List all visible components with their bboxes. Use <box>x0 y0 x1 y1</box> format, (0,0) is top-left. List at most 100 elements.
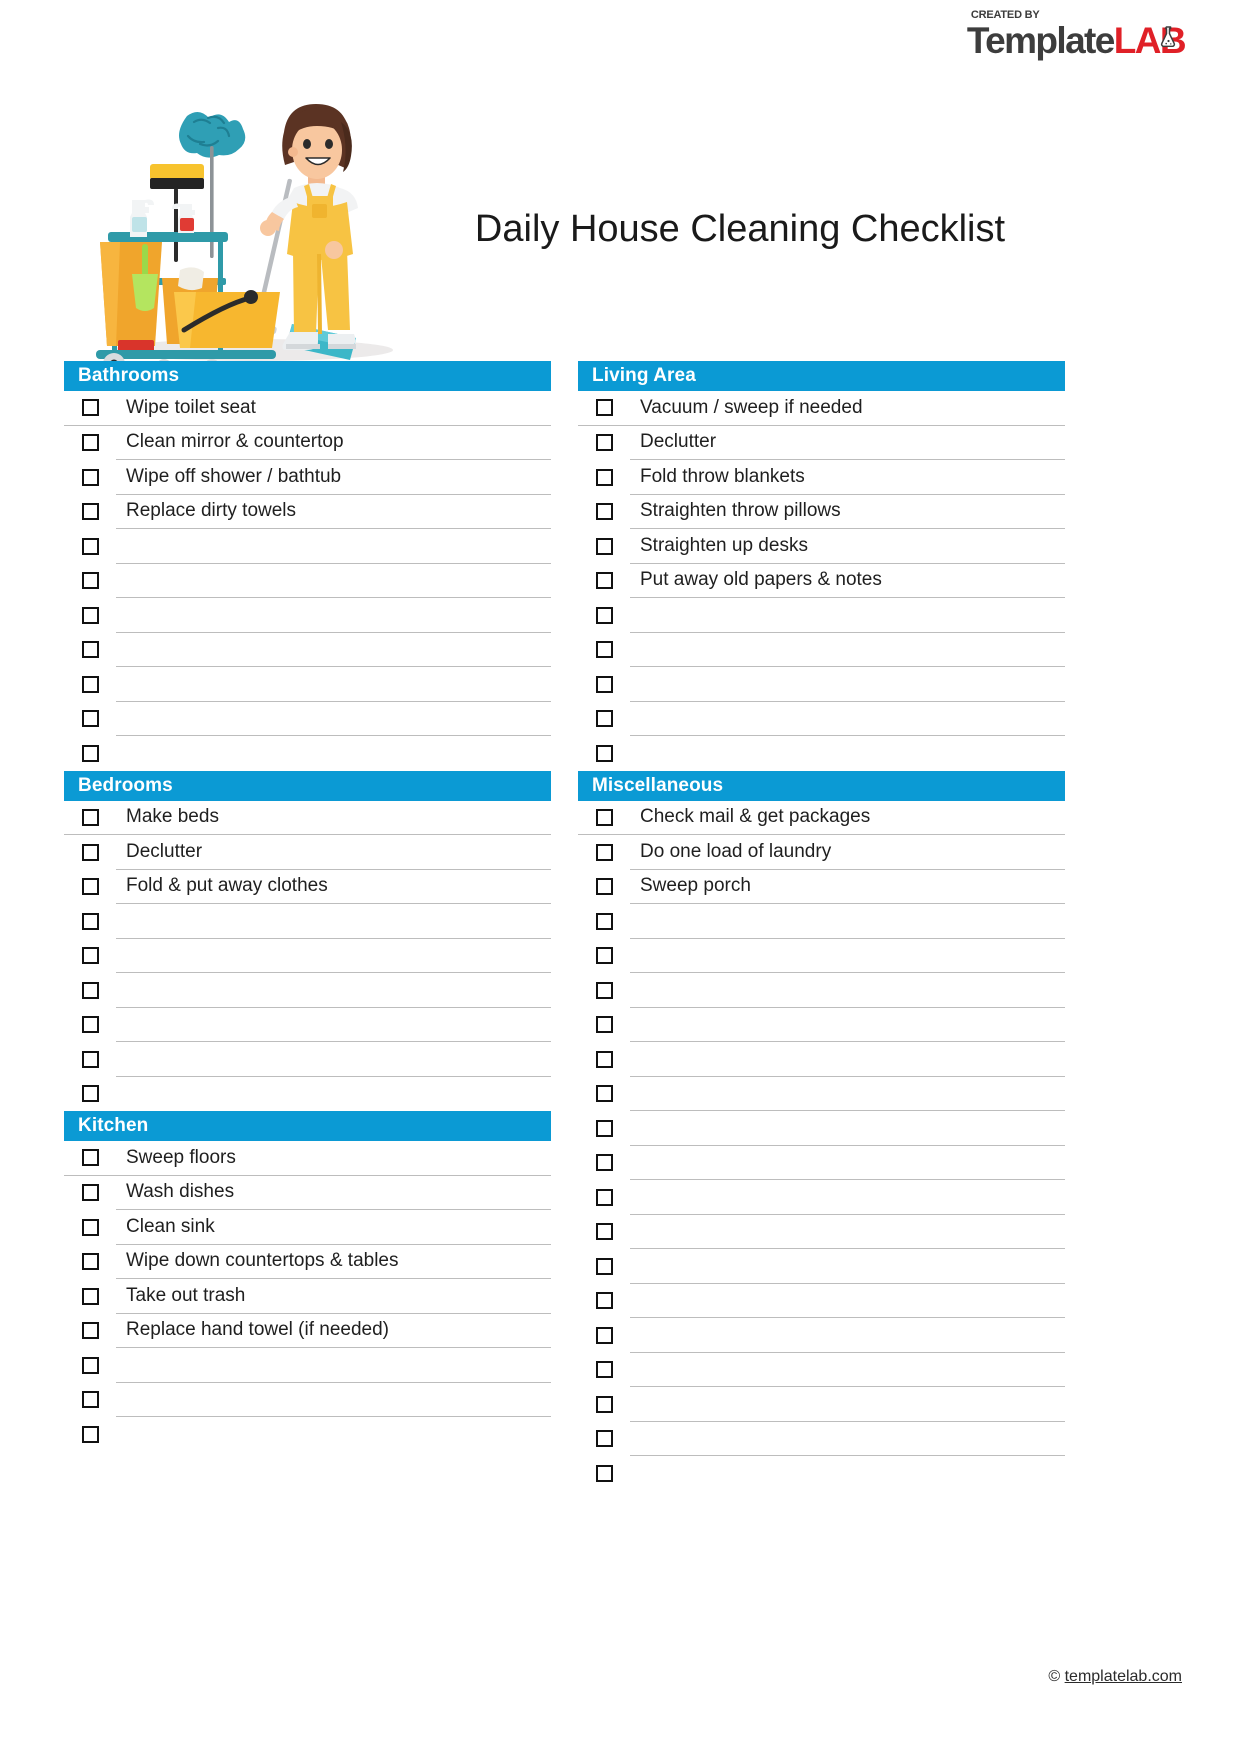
checkbox-icon[interactable] <box>595 912 613 930</box>
checkbox-icon[interactable] <box>81 537 99 555</box>
checklist-row[interactable] <box>578 667 1065 702</box>
checklist-row[interactable] <box>64 939 551 973</box>
checklist-item-label[interactable] <box>630 1042 1065 1077</box>
checklist-row[interactable] <box>578 1284 1065 1318</box>
checklist-item-label[interactable]: Check mail & get packages <box>630 801 1065 835</box>
checklist-row[interactable] <box>578 702 1065 736</box>
checkbox-icon[interactable] <box>81 981 99 999</box>
checkbox-icon[interactable] <box>81 1287 99 1305</box>
checkbox-icon[interactable] <box>595 1016 613 1034</box>
checklist-item-label[interactable]: Do one load of laundry <box>630 835 1065 870</box>
checklist-row[interactable] <box>64 564 551 598</box>
checkbox-icon[interactable] <box>595 399 613 417</box>
checklist-row[interactable]: Replace hand towel (if needed) <box>64 1314 551 1348</box>
checklist-item-label[interactable] <box>630 1318 1065 1353</box>
checklist-item-label[interactable] <box>630 904 1065 939</box>
checklist-item-label[interactable] <box>630 1387 1065 1422</box>
checkbox-icon[interactable] <box>81 1016 99 1034</box>
checkbox-icon[interactable] <box>81 675 99 693</box>
checklist-item-label[interactable] <box>630 1215 1065 1249</box>
checklist-row[interactable] <box>578 1111 1065 1146</box>
checkbox-icon[interactable] <box>595 1464 613 1482</box>
checkbox-icon[interactable] <box>595 1188 613 1206</box>
checklist-item-label[interactable] <box>630 1353 1065 1387</box>
checklist-item-label[interactable] <box>630 736 1065 771</box>
checklist-row[interactable] <box>578 1249 1065 1284</box>
checklist-row[interactable] <box>64 598 551 633</box>
checklist-row[interactable]: Do one load of laundry <box>578 835 1065 870</box>
checklist-row[interactable] <box>64 633 551 667</box>
checklist-row[interactable] <box>64 1417 551 1452</box>
checklist-item-label[interactable]: Wash dishes <box>116 1176 551 1210</box>
checkbox-icon[interactable] <box>595 1119 613 1137</box>
checklist-row[interactable]: Vacuum / sweep if needed <box>578 391 1065 426</box>
checkbox-icon[interactable] <box>81 468 99 486</box>
checklist-item-label[interactable] <box>116 702 551 736</box>
checklist-item-label[interactable]: Clean mirror & countertop <box>116 426 551 460</box>
checklist-row[interactable] <box>578 1318 1065 1353</box>
checklist-item-label[interactable] <box>630 1077 1065 1111</box>
checkbox-icon[interactable] <box>81 1322 99 1340</box>
checklist-item-label[interactable]: Wipe down countertops & tables <box>116 1245 551 1279</box>
checklist-row[interactable] <box>578 1422 1065 1456</box>
checkbox-icon[interactable] <box>595 434 613 452</box>
checkbox-icon[interactable] <box>595 1085 613 1103</box>
checklist-row[interactable] <box>64 667 551 702</box>
checkbox-icon[interactable] <box>595 1154 613 1172</box>
checkbox-icon[interactable] <box>81 1356 99 1374</box>
checklist-row[interactable] <box>578 1353 1065 1387</box>
checkbox-icon[interactable] <box>595 710 613 728</box>
checklist-item-label[interactable] <box>630 1111 1065 1146</box>
checklist-item-label[interactable] <box>630 1008 1065 1042</box>
checklist-row[interactable]: Clean sink <box>64 1210 551 1245</box>
checklist-item-label[interactable] <box>630 598 1065 633</box>
checklist-item-label[interactable]: Declutter <box>630 426 1065 460</box>
templatelab-link[interactable]: templatelab.com <box>1065 1668 1182 1685</box>
checkbox-icon[interactable] <box>81 1253 99 1271</box>
checkbox-icon[interactable] <box>595 878 613 896</box>
checklist-row[interactable]: Straighten up desks <box>578 529 1065 564</box>
checklist-item-label[interactable] <box>116 1008 551 1042</box>
checklist-item-label[interactable]: Replace dirty towels <box>116 495 551 529</box>
checklist-row[interactable]: Wipe down countertops & tables <box>64 1245 551 1279</box>
checkbox-icon[interactable] <box>81 1218 99 1236</box>
checklist-row[interactable] <box>578 1042 1065 1077</box>
checklist-row[interactable]: Clean mirror & countertop <box>64 426 551 460</box>
checklist-item-label[interactable]: Vacuum / sweep if needed <box>630 391 1065 426</box>
checkbox-icon[interactable] <box>81 572 99 590</box>
checklist-item-label[interactable] <box>630 1249 1065 1284</box>
checklist-row[interactable]: Declutter <box>64 835 551 870</box>
checklist-row[interactable] <box>64 529 551 564</box>
checklist-row[interactable] <box>578 1180 1065 1215</box>
checklist-row[interactable]: Wipe toilet seat <box>64 391 551 426</box>
checklist-item-label[interactable] <box>630 1422 1065 1456</box>
checklist-item-label[interactable] <box>630 667 1065 702</box>
checklist-item-label[interactable] <box>116 1417 551 1452</box>
checklist-row[interactable] <box>578 1387 1065 1422</box>
checkbox-icon[interactable] <box>81 710 99 728</box>
checklist-row[interactable] <box>578 1146 1065 1180</box>
checklist-row[interactable]: Replace dirty towels <box>64 495 551 529</box>
checkbox-icon[interactable] <box>595 1257 613 1275</box>
checklist-row[interactable]: Sweep porch <box>578 870 1065 904</box>
checklist-item-label[interactable]: Wipe off shower / bathtub <box>116 460 551 495</box>
checklist-row[interactable]: Wash dishes <box>64 1176 551 1210</box>
checklist-row[interactable] <box>578 1456 1065 1491</box>
checklist-row[interactable] <box>578 904 1065 939</box>
checkbox-icon[interactable] <box>595 1395 613 1413</box>
checkbox-icon[interactable] <box>595 503 613 521</box>
checkbox-icon[interactable] <box>595 1050 613 1068</box>
checkbox-icon[interactable] <box>595 1223 613 1241</box>
checklist-item-label[interactable]: Wipe toilet seat <box>116 391 551 426</box>
checkbox-icon[interactable] <box>81 399 99 417</box>
checklist-row[interactable] <box>64 973 551 1008</box>
checklist-item-label[interactable] <box>116 973 551 1008</box>
checkbox-icon[interactable] <box>81 1425 99 1443</box>
checklist-item-label[interactable]: Clean sink <box>116 1210 551 1245</box>
checklist-item-label[interactable] <box>116 1077 551 1112</box>
checkbox-icon[interactable] <box>81 843 99 861</box>
checklist-row[interactable] <box>64 1348 551 1383</box>
checklist-row[interactable] <box>578 973 1065 1008</box>
checklist-item-label[interactable] <box>116 529 551 564</box>
checkbox-icon[interactable] <box>81 1184 99 1202</box>
